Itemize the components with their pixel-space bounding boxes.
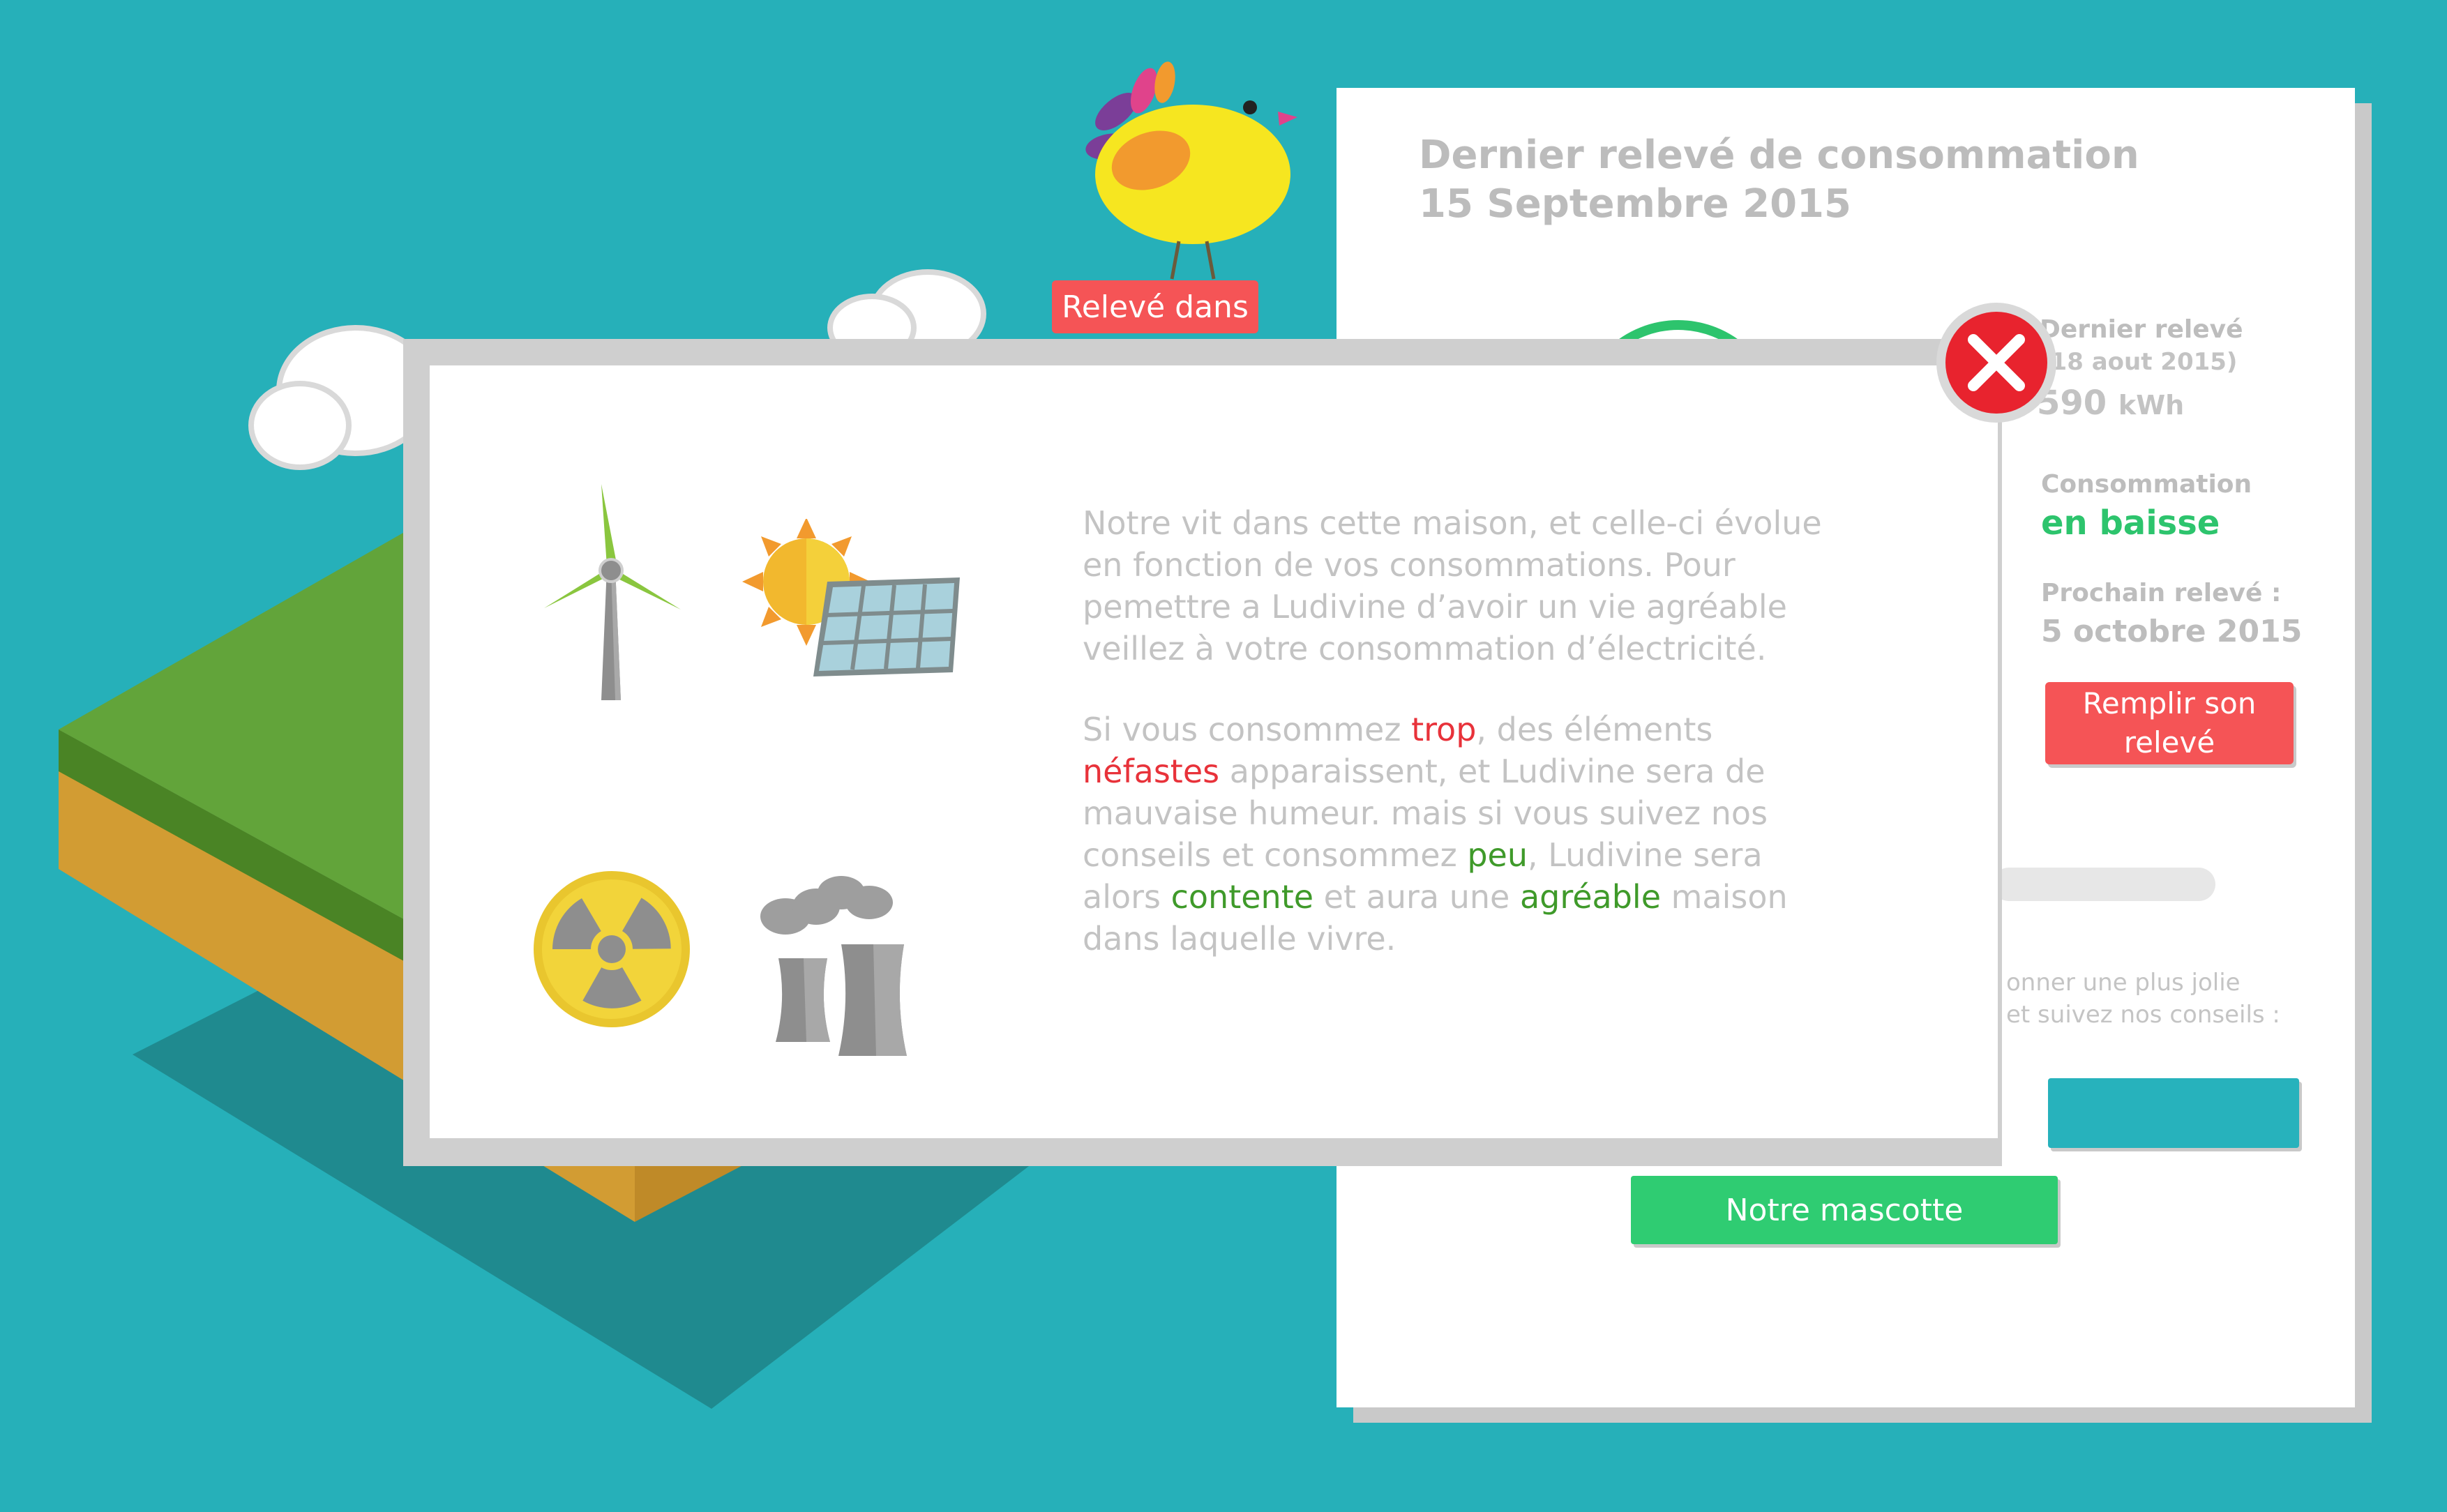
- last-reading-value: 590 kWh: [2037, 384, 2185, 423]
- close-icon: [1945, 312, 2047, 414]
- panel-title-line2: 15 Septembre 2015: [1419, 181, 1851, 227]
- close-modal-button[interactable]: [1936, 303, 2056, 423]
- next-reading-label: Prochain relevé :: [2041, 579, 2282, 607]
- modal-paragraph-2: Si vous consommez trop, des éléments néf…: [1083, 711, 1788, 958]
- word-trop: trop: [1411, 711, 1477, 748]
- fill-reading-button[interactable]: Remplir son relevé: [2045, 682, 2294, 764]
- radioactive-icon: [534, 871, 690, 1027]
- nuclear-plant-icon: [760, 876, 907, 1056]
- sun-solar-panel-icon: [742, 519, 960, 676]
- trend-label: Consommation: [2041, 470, 2252, 499]
- panel-title-line1: Dernier relevé de consommation: [1419, 133, 2139, 178]
- advice-button[interactable]: [2048, 1078, 2299, 1148]
- solar-panel: [813, 577, 960, 676]
- mascot-button[interactable]: Notre mascotte: [1631, 1176, 2058, 1244]
- modal-text: Notre vit dans cette maison, et celle-ci…: [1083, 502, 1836, 999]
- trend-value: en baisse: [2041, 504, 2220, 543]
- next-reading-date: 5 octobre 2015: [2041, 614, 2303, 649]
- progress-bar: [1992, 868, 2215, 901]
- bird-mascot: [1085, 61, 1297, 280]
- info-modal: Notre vit dans cette maison, et celle-ci…: [430, 365, 1998, 1138]
- close-x-glyph: [1968, 334, 2025, 391]
- advice-text: onner une plus jolie et suivez nos conse…: [2006, 969, 2280, 1029]
- bird-tag: Relevé dans: [1052, 280, 1258, 333]
- word-peu: peu: [1467, 836, 1528, 874]
- word-agreable: agréable: [1519, 878, 1661, 916]
- word-nefastes: néfastes: [1083, 753, 1220, 790]
- word-contente: contente: [1170, 878, 1314, 916]
- panel-title: Dernier relevé de consommation 15 Septem…: [1419, 131, 2139, 229]
- modal-paragraph-1: Notre vit dans cette maison, et celle-ci…: [1083, 504, 1822, 667]
- wind-turbine-icon: [544, 484, 681, 700]
- last-reading-label: Dernier relevé (18 aout 2015): [2040, 315, 2243, 376]
